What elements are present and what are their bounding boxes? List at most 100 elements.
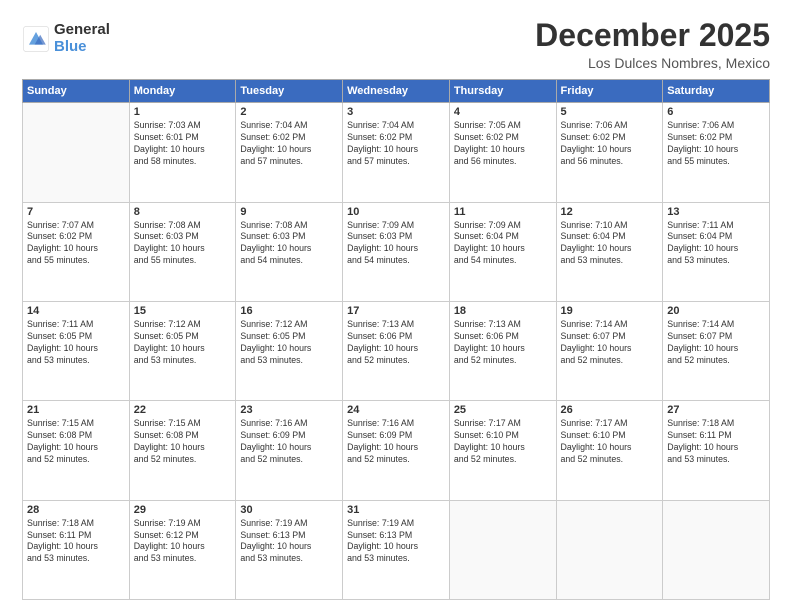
calendar-day-cell: 14 Sunrise: 7:11 AM Sunset: 6:05 PM Dayli… bbox=[23, 301, 130, 400]
day-info: Sunrise: 7:06 AM Sunset: 6:02 PM Dayligh… bbox=[667, 120, 765, 168]
location-label: Los Dulces Nombres, Mexico bbox=[535, 55, 770, 71]
weekday-header-cell: Friday bbox=[556, 80, 663, 103]
calendar-day-cell: 25Sunrise: 7:17 AM Sunset: 6:10 PM Dayli… bbox=[449, 401, 556, 500]
day-info: Sunrise: 7:18 AM Sunset: 6:11 PM Dayligh… bbox=[667, 418, 765, 466]
day-number: 14 bbox=[27, 305, 125, 317]
day-info: Sunrise: 7:07 AM Sunset: 6:02 PM Dayligh… bbox=[27, 220, 125, 268]
day-info: Sunrise: 7:16 AM Sunset: 6:09 PM Dayligh… bbox=[240, 418, 338, 466]
day-number: 29 bbox=[134, 504, 232, 516]
day-info: Sunrise: 7:17 AM Sunset: 6:10 PM Dayligh… bbox=[454, 418, 552, 466]
calendar-week-row: 21Sunrise: 7:15 AM Sunset: 6:08 PM Dayli… bbox=[23, 401, 770, 500]
calendar-day-cell: 19 Sunrise: 7:14 AM Sunset: 6:07 PM Dayli… bbox=[556, 301, 663, 400]
calendar-day-cell: 9 Sunrise: 7:08 AM Sunset: 6:03 PM Daylig… bbox=[236, 202, 343, 301]
day-info: Sunrise: 7:14 AM Sunset: 6:07 PM Dayligh… bbox=[561, 319, 659, 367]
day-info: Sunrise: 7:04 AM Sunset: 6:02 PM Dayligh… bbox=[347, 120, 445, 168]
day-number: 19 bbox=[561, 305, 659, 317]
weekday-header-cell: Saturday bbox=[663, 80, 770, 103]
day-number: 22 bbox=[134, 404, 232, 416]
day-info: Sunrise: 7:13 AM Sunset: 6:06 PM Dayligh… bbox=[454, 319, 552, 367]
calendar-day-cell: 5Sunrise: 7:06 AM Sunset: 6:02 PM Daylig… bbox=[556, 103, 663, 202]
day-number: 17 bbox=[347, 305, 445, 317]
logo: General Blue bbox=[22, 22, 110, 55]
day-info: Sunrise: 7:04 AM Sunset: 6:02 PM Dayligh… bbox=[240, 120, 338, 168]
calendar-day-cell: 16 Sunrise: 7:12 AM Sunset: 6:05 PM Dayli… bbox=[236, 301, 343, 400]
calendar-day-cell bbox=[23, 103, 130, 202]
day-info: Sunrise: 7:09 AM Sunset: 6:03 PM Dayligh… bbox=[347, 220, 445, 268]
calendar-day-cell: 13 Sunrise: 7:11 AM Sunset: 6:04 PM Dayli… bbox=[663, 202, 770, 301]
day-number: 27 bbox=[667, 404, 765, 416]
day-info: Sunrise: 7:19 AM Sunset: 6:13 PM Dayligh… bbox=[240, 518, 338, 566]
day-number: 7 bbox=[27, 206, 125, 218]
calendar-week-row: 28Sunrise: 7:18 AM Sunset: 6:11 PM Dayli… bbox=[23, 500, 770, 599]
day-number: 6 bbox=[667, 106, 765, 118]
day-info: Sunrise: 7:12 AM Sunset: 6:05 PM Dayligh… bbox=[240, 319, 338, 367]
day-info: Sunrise: 7:08 AM Sunset: 6:03 PM Dayligh… bbox=[240, 220, 338, 268]
day-number: 26 bbox=[561, 404, 659, 416]
page: General Blue December 2025 Los Dulces No… bbox=[0, 0, 792, 612]
calendar-day-cell: 8 Sunrise: 7:08 AM Sunset: 6:03 PM Daylig… bbox=[129, 202, 236, 301]
day-info: Sunrise: 7:10 AM Sunset: 6:04 PM Dayligh… bbox=[561, 220, 659, 268]
calendar-week-row: 7 Sunrise: 7:07 AM Sunset: 6:02 PM Daylig… bbox=[23, 202, 770, 301]
logo-icon bbox=[22, 25, 50, 53]
calendar-day-cell: 17 Sunrise: 7:13 AM Sunset: 6:06 PM Dayli… bbox=[343, 301, 450, 400]
calendar-day-cell: 4 Sunrise: 7:05 AM Sunset: 6:02 PM Daylig… bbox=[449, 103, 556, 202]
day-info: Sunrise: 7:14 AM Sunset: 6:07 PM Dayligh… bbox=[667, 319, 765, 367]
calendar-day-cell: 18 Sunrise: 7:13 AM Sunset: 6:06 PM Dayli… bbox=[449, 301, 556, 400]
calendar-day-cell: 10 Sunrise: 7:09 AM Sunset: 6:03 PM Dayli… bbox=[343, 202, 450, 301]
day-number: 21 bbox=[27, 404, 125, 416]
day-number: 24 bbox=[347, 404, 445, 416]
day-info: Sunrise: 7:09 AM Sunset: 6:04 PM Dayligh… bbox=[454, 220, 552, 268]
day-number: 4 bbox=[454, 106, 552, 118]
header: General Blue December 2025 Los Dulces No… bbox=[22, 18, 770, 71]
calendar-day-cell: 24 Sunrise: 7:16 AM Sunset: 6:09 PM Dayli… bbox=[343, 401, 450, 500]
calendar-day-cell: 2 Sunrise: 7:04 AM Sunset: 6:02 PM Daylig… bbox=[236, 103, 343, 202]
day-info: Sunrise: 7:16 AM Sunset: 6:09 PM Dayligh… bbox=[347, 418, 445, 466]
calendar-day-cell: 21Sunrise: 7:15 AM Sunset: 6:08 PM Dayli… bbox=[23, 401, 130, 500]
day-number: 30 bbox=[240, 504, 338, 516]
calendar-week-row: 1Sunrise: 7:03 AM Sunset: 6:01 PM Daylig… bbox=[23, 103, 770, 202]
day-info: Sunrise: 7:03 AM Sunset: 6:01 PM Dayligh… bbox=[134, 120, 232, 168]
day-info: Sunrise: 7:05 AM Sunset: 6:02 PM Dayligh… bbox=[454, 120, 552, 168]
day-number: 16 bbox=[240, 305, 338, 317]
day-number: 28 bbox=[27, 504, 125, 516]
calendar-day-cell bbox=[663, 500, 770, 599]
day-number: 2 bbox=[240, 106, 338, 118]
day-number: 23 bbox=[240, 404, 338, 416]
calendar-day-cell: 30 Sunrise: 7:19 AM Sunset: 6:13 PM Dayli… bbox=[236, 500, 343, 599]
day-number: 10 bbox=[347, 206, 445, 218]
calendar-day-cell: 12Sunrise: 7:10 AM Sunset: 6:04 PM Dayli… bbox=[556, 202, 663, 301]
day-number: 9 bbox=[240, 206, 338, 218]
day-number: 5 bbox=[561, 106, 659, 118]
calendar-day-cell: 1Sunrise: 7:03 AM Sunset: 6:01 PM Daylig… bbox=[129, 103, 236, 202]
logo-blue-label: Blue bbox=[54, 39, 110, 56]
weekday-header-row: SundayMondayTuesdayWednesdayThursdayFrid… bbox=[23, 80, 770, 103]
calendar-day-cell bbox=[449, 500, 556, 599]
day-number: 13 bbox=[667, 206, 765, 218]
calendar-day-cell: 6 Sunrise: 7:06 AM Sunset: 6:02 PM Daylig… bbox=[663, 103, 770, 202]
day-number: 8 bbox=[134, 206, 232, 218]
calendar-day-cell: 22Sunrise: 7:15 AM Sunset: 6:08 PM Dayli… bbox=[129, 401, 236, 500]
day-info: Sunrise: 7:13 AM Sunset: 6:06 PM Dayligh… bbox=[347, 319, 445, 367]
calendar-day-cell: 27 Sunrise: 7:18 AM Sunset: 6:11 PM Dayli… bbox=[663, 401, 770, 500]
title-block: December 2025 Los Dulces Nombres, Mexico bbox=[535, 18, 770, 71]
day-number: 18 bbox=[454, 305, 552, 317]
calendar-week-row: 14 Sunrise: 7:11 AM Sunset: 6:05 PM Dayli… bbox=[23, 301, 770, 400]
day-info: Sunrise: 7:19 AM Sunset: 6:12 PM Dayligh… bbox=[134, 518, 232, 566]
weekday-header-cell: Wednesday bbox=[343, 80, 450, 103]
calendar-day-cell: 29 Sunrise: 7:19 AM Sunset: 6:12 PM Dayli… bbox=[129, 500, 236, 599]
day-info: Sunrise: 7:08 AM Sunset: 6:03 PM Dayligh… bbox=[134, 220, 232, 268]
calendar-day-cell: 7 Sunrise: 7:07 AM Sunset: 6:02 PM Daylig… bbox=[23, 202, 130, 301]
day-info: Sunrise: 7:11 AM Sunset: 6:05 PM Dayligh… bbox=[27, 319, 125, 367]
weekday-header-cell: Sunday bbox=[23, 80, 130, 103]
logo-general-label: General bbox=[54, 22, 110, 39]
day-number: 31 bbox=[347, 504, 445, 516]
month-title: December 2025 bbox=[535, 18, 770, 53]
calendar-day-cell: 31Sunrise: 7:19 AM Sunset: 6:13 PM Dayli… bbox=[343, 500, 450, 599]
calendar-day-cell: 26Sunrise: 7:17 AM Sunset: 6:10 PM Dayli… bbox=[556, 401, 663, 500]
calendar-day-cell bbox=[556, 500, 663, 599]
day-number: 20 bbox=[667, 305, 765, 317]
weekday-header-cell: Thursday bbox=[449, 80, 556, 103]
weekday-header-cell: Tuesday bbox=[236, 80, 343, 103]
day-info: Sunrise: 7:11 AM Sunset: 6:04 PM Dayligh… bbox=[667, 220, 765, 268]
day-number: 15 bbox=[134, 305, 232, 317]
